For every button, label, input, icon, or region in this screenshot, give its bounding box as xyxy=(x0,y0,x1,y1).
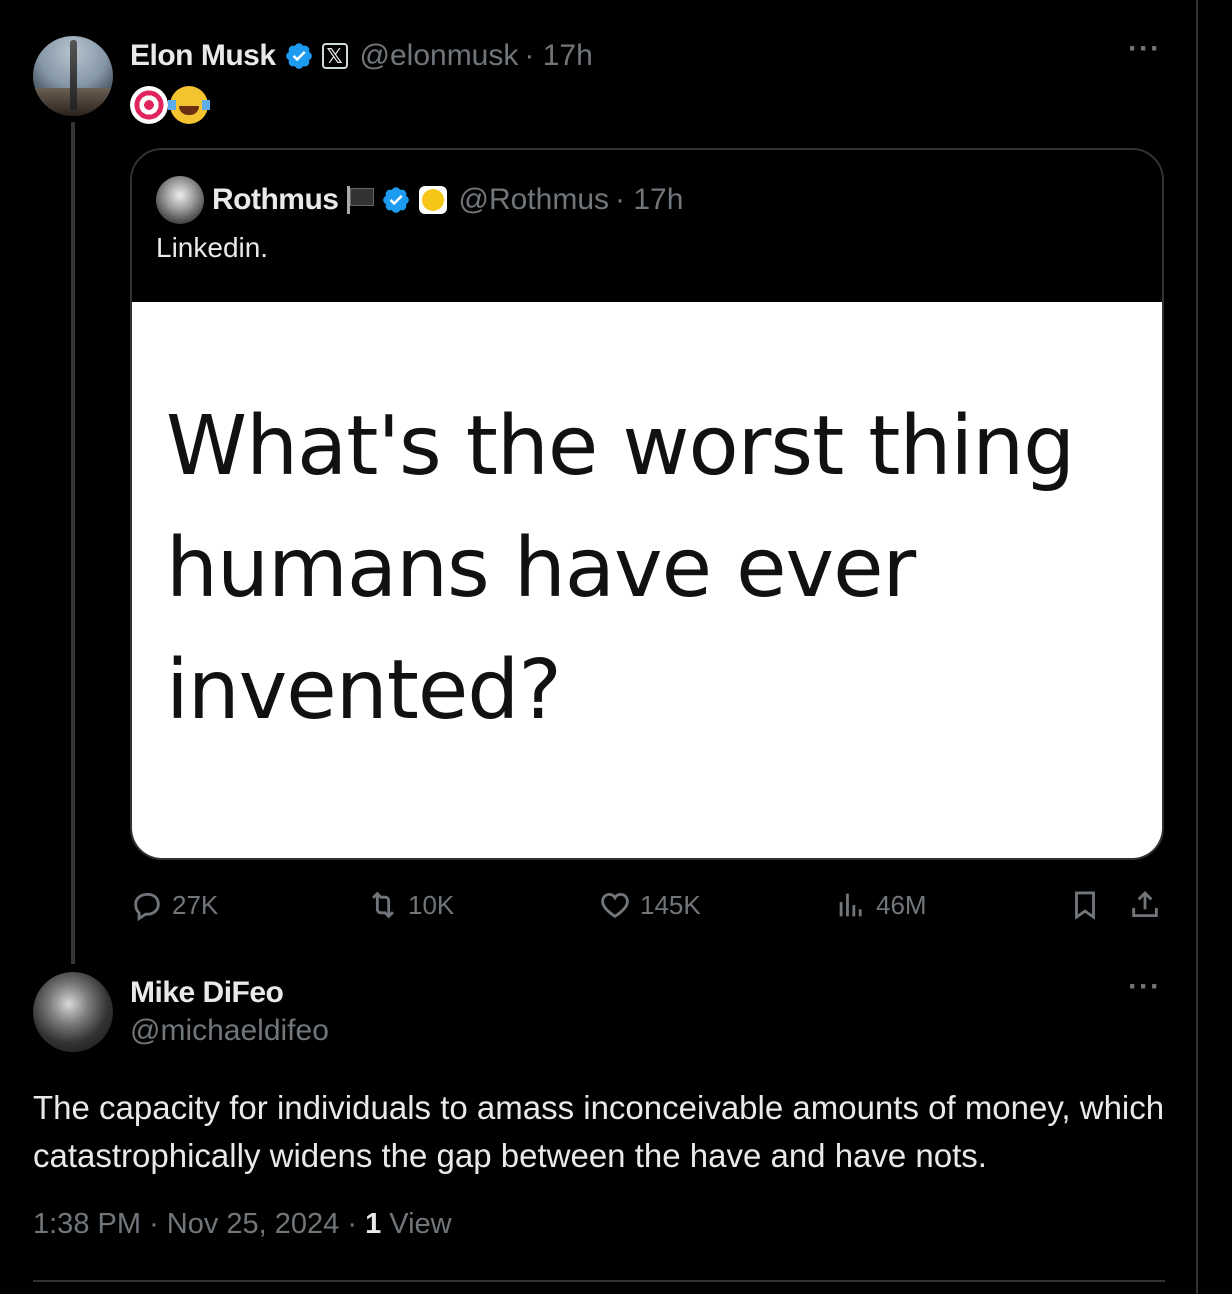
reply-icon xyxy=(134,892,160,922)
tears-of-joy-emoji-icon xyxy=(168,86,210,124)
target-emoji-icon xyxy=(130,86,168,124)
author-handle[interactable]: @elonmusk xyxy=(360,39,519,73)
more-options-icon[interactable]: ··· xyxy=(1128,970,1161,1004)
reply-tweet-meta: 1:38 PM · Nov 25, 2024 · 1 View xyxy=(33,1208,452,1241)
quoted-tweet-card[interactable]: Rothmus @Rothmus · 17h Linkedin. What's … xyxy=(130,148,1164,860)
gold-coin-badge-icon[interactable] xyxy=(418,186,447,214)
reply-button[interactable]: 27K xyxy=(130,888,218,922)
verified-badge-icon[interactable] xyxy=(284,41,314,71)
reply-author-handle[interactable]: @michaeldifeo xyxy=(130,1014,329,1048)
divider xyxy=(33,1280,1165,1282)
share-icon xyxy=(1132,890,1158,918)
avatar-mike-difeo[interactable] xyxy=(33,972,113,1052)
quoted-tweet-image[interactable]: What's the worst thing humans have ever … xyxy=(132,302,1162,858)
tweet-time[interactable]: · 17h xyxy=(524,39,592,73)
avatar-rothmus[interactable] xyxy=(156,176,204,224)
views-button[interactable]: 46M xyxy=(834,888,927,922)
quoted-tweet-text: Linkedin. xyxy=(156,232,269,263)
like-count: 145K xyxy=(640,889,701,920)
verified-badge-icon[interactable] xyxy=(381,185,411,215)
bookmark-button[interactable] xyxy=(1068,888,1110,922)
repost-count: 10K xyxy=(408,889,455,920)
heart-icon xyxy=(601,892,629,918)
author-name[interactable]: Elon Musk xyxy=(130,39,276,73)
more-options-icon[interactable]: ··· xyxy=(1128,32,1161,66)
analytics-icon xyxy=(839,893,862,917)
reply-author-name[interactable]: Mike DiFeo xyxy=(130,976,284,1010)
separator: · xyxy=(347,1208,366,1240)
reply-count: 27K xyxy=(172,889,219,920)
avatar-rocket xyxy=(70,40,77,110)
reply-tweet-header: Mike DiFeo xyxy=(130,974,284,1012)
tweet-emoji-text xyxy=(130,86,210,124)
parent-tweet-header: Elon Musk 𝕏 @elonmusk · 17h xyxy=(130,36,593,76)
bookmark-icon xyxy=(1075,891,1095,920)
tweet-action-bar: 27K 10K 145K 46M xyxy=(130,888,1170,928)
quoted-tweet-header: Rothmus @Rothmus · 17h xyxy=(212,180,683,220)
repost-button[interactable]: 10K xyxy=(366,888,454,922)
view-count: 46M xyxy=(876,889,927,920)
quoted-image-caption: What's the worst thing humans have ever … xyxy=(166,399,1075,738)
reply-view-label[interactable]: View xyxy=(389,1208,451,1240)
black-flag-icon xyxy=(346,186,374,214)
quoted-author-handle[interactable]: @Rothmus xyxy=(459,183,610,217)
like-button[interactable]: 145K xyxy=(598,888,701,922)
reply-date[interactable]: Nov 25, 2024 xyxy=(167,1208,340,1240)
column-border xyxy=(1196,0,1198,1294)
quoted-author-name[interactable]: Rothmus xyxy=(212,183,339,217)
thread-connector-line xyxy=(71,122,75,964)
reply-time[interactable]: 1:38 PM xyxy=(33,1208,141,1240)
avatar-elon-musk[interactable] xyxy=(33,36,113,116)
repost-icon xyxy=(372,891,394,919)
reply-view-count[interactable]: 1 xyxy=(365,1208,381,1240)
x-affiliate-badge-icon[interactable]: 𝕏 xyxy=(321,43,348,69)
quoted-tweet-time[interactable]: · 17h xyxy=(615,183,683,217)
separator: · xyxy=(149,1208,167,1240)
share-button[interactable] xyxy=(1128,888,1170,922)
reply-tweet-text: The capacity for individuals to amass in… xyxy=(33,1089,1165,1174)
